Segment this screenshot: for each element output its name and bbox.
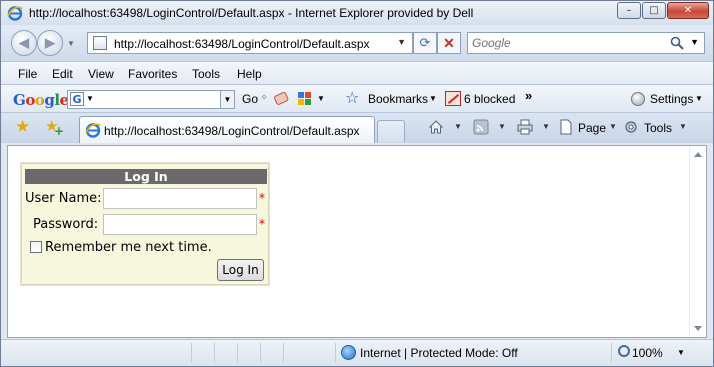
- feeds-dropdown-icon[interactable]: ▼: [498, 122, 506, 131]
- security-zone-status[interactable]: Internet | Protected Mode: Off: [360, 346, 518, 360]
- puzzle-dropdown-icon[interactable]: ▼: [317, 94, 325, 103]
- search-icon[interactable]: [670, 36, 684, 50]
- toolbar-separator: ⋄: [261, 92, 268, 103]
- new-tab-button[interactable]: [377, 120, 405, 142]
- vertical-scrollbar[interactable]: [689, 146, 706, 337]
- status-bar: Internet | Protected Mode: Off 100% ▼: [1, 339, 713, 366]
- favorites-center-icon[interactable]: ★: [15, 119, 30, 136]
- status-divider: [191, 343, 192, 363]
- google-logo[interactable]: Google: [13, 91, 69, 109]
- browser-window: http://localhost:63498/LoginControl/Defa…: [0, 0, 714, 367]
- window-title: http://localhost:63498/LoginControl/Defa…: [29, 6, 474, 20]
- search-box[interactable]: ▼: [467, 32, 705, 54]
- title-bar: http://localhost:63498/LoginControl/Defa…: [1, 1, 713, 25]
- maximize-button[interactable]: □: [642, 2, 666, 19]
- recent-pages-dropdown-icon[interactable]: ▼: [67, 39, 75, 48]
- tools-dropdown-icon[interactable]: ▼: [679, 122, 687, 131]
- menu-view[interactable]: View: [88, 67, 114, 81]
- popup-blocker-icon[interactable]: [445, 91, 461, 106]
- menu-edit[interactable]: Edit: [52, 67, 73, 81]
- popup-blocker-button[interactable]: 6 blocked: [464, 92, 515, 106]
- remember-me-label[interactable]: Remember me next time.: [45, 240, 212, 255]
- zoom-magnifier-icon[interactable]: [618, 345, 630, 357]
- puzzle-icon[interactable]: [297, 90, 313, 106]
- more-tools-chevron[interactable]: »: [525, 88, 532, 103]
- login-header: Log In: [25, 169, 267, 184]
- feeds-icon[interactable]: [473, 119, 489, 135]
- status-divider: [237, 343, 238, 363]
- page-icon[interactable]: [558, 119, 574, 135]
- scroll-down-arrow-icon[interactable]: [694, 326, 702, 331]
- page-dropdown-icon[interactable]: ▼: [609, 122, 617, 131]
- username-label: User Name:: [25, 191, 102, 206]
- address-bar[interactable]: http://localhost:63498/LoginControl/Defa…: [87, 32, 413, 54]
- print-icon[interactable]: [517, 119, 533, 135]
- menu-bar: File Edit View Favorites Tools Help: [1, 61, 713, 85]
- username-required-marker: *: [259, 191, 265, 205]
- tools-menu-button[interactable]: Tools: [644, 121, 672, 135]
- settings-dropdown-icon[interactable]: ▼: [695, 94, 703, 103]
- status-divider: [611, 343, 612, 363]
- pagerank-icon[interactable]: [273, 90, 289, 106]
- ie-tab-icon: [85, 123, 101, 138]
- menu-file[interactable]: File: [18, 67, 37, 81]
- scroll-up-arrow-icon[interactable]: [694, 152, 702, 157]
- status-divider: [283, 343, 284, 363]
- ie-logo-icon: [7, 6, 23, 21]
- tab-bar: ★ + http://localhost:63498/LoginControl/…: [1, 113, 713, 143]
- remember-me-checkbox[interactable]: [30, 241, 42, 253]
- address-dropdown-icon[interactable]: ▼: [397, 37, 406, 47]
- settings-gear-icon[interactable]: [631, 92, 645, 106]
- page-icon: [93, 36, 107, 50]
- page-menu-button[interactable]: Page: [578, 121, 606, 135]
- google-toolbar: Google G ▼ ▼ Go ⋄ ▼ ☆ Bookmarks ▼ 6 bloc…: [1, 85, 713, 113]
- zoom-dropdown-icon[interactable]: ▼: [677, 348, 685, 357]
- bookmarks-star-icon[interactable]: ☆: [345, 90, 359, 106]
- internet-zone-globe-icon[interactable]: [341, 345, 356, 360]
- password-field[interactable]: [103, 214, 257, 235]
- google-go-button[interactable]: Go: [242, 92, 258, 106]
- forward-button[interactable]: ▶: [37, 30, 63, 56]
- bookmarks-dropdown-icon[interactable]: ▼: [429, 94, 437, 103]
- google-search-dropdown-icon[interactable]: ▼: [220, 91, 234, 108]
- settings-button[interactable]: Settings: [650, 92, 693, 106]
- home-icon[interactable]: [428, 119, 444, 135]
- page-content: Log In User Name: * Password: * Remember…: [7, 145, 707, 338]
- password-required-marker: *: [259, 217, 265, 231]
- window-controls: – □ ✕: [617, 2, 709, 19]
- add-to-favorites-icon[interactable]: +: [45, 118, 64, 138]
- refresh-button[interactable]: ⟳: [413, 32, 437, 54]
- back-button[interactable]: ◀: [11, 30, 37, 56]
- tools-gear-icon[interactable]: [623, 119, 639, 135]
- menu-help[interactable]: Help: [237, 67, 262, 81]
- tab-current-page[interactable]: http://localhost:63498/LoginControl/Defa…: [79, 116, 375, 143]
- google-g-dropdown-icon[interactable]: ▼: [86, 94, 94, 103]
- minimize-button[interactable]: –: [617, 2, 641, 19]
- tab-label: http://localhost:63498/LoginControl/Defa…: [104, 124, 360, 138]
- search-options-dropdown-icon[interactable]: ▼: [690, 37, 699, 47]
- stop-button[interactable]: ✕: [437, 32, 461, 54]
- status-divider: [335, 343, 336, 363]
- password-label: Password:: [33, 217, 99, 232]
- address-url[interactable]: http://localhost:63498/LoginControl/Defa…: [114, 37, 370, 51]
- bookmarks-button[interactable]: Bookmarks: [368, 92, 428, 106]
- search-input[interactable]: [470, 34, 660, 52]
- home-dropdown-icon[interactable]: ▼: [454, 122, 462, 131]
- print-dropdown-icon[interactable]: ▼: [542, 122, 550, 131]
- username-field[interactable]: [103, 188, 257, 209]
- google-g-icon[interactable]: G: [70, 92, 84, 106]
- login-control: Log In User Name: * Password: * Remember…: [20, 162, 270, 286]
- login-button[interactable]: Log In: [217, 259, 264, 281]
- zoom-level[interactable]: 100%: [632, 346, 663, 360]
- address-toolbar: ◀ ▶ ▼ http://localhost:63498/LoginContro…: [1, 25, 713, 61]
- google-search-field[interactable]: G ▼ ▼: [67, 90, 235, 109]
- menu-tools[interactable]: Tools: [192, 67, 220, 81]
- login-panel: Log In User Name: * Password: * Remember…: [21, 163, 269, 285]
- status-divider: [260, 343, 261, 363]
- menu-favorites[interactable]: Favorites: [128, 67, 177, 81]
- close-button[interactable]: ✕: [667, 2, 709, 19]
- status-divider: [214, 343, 215, 363]
